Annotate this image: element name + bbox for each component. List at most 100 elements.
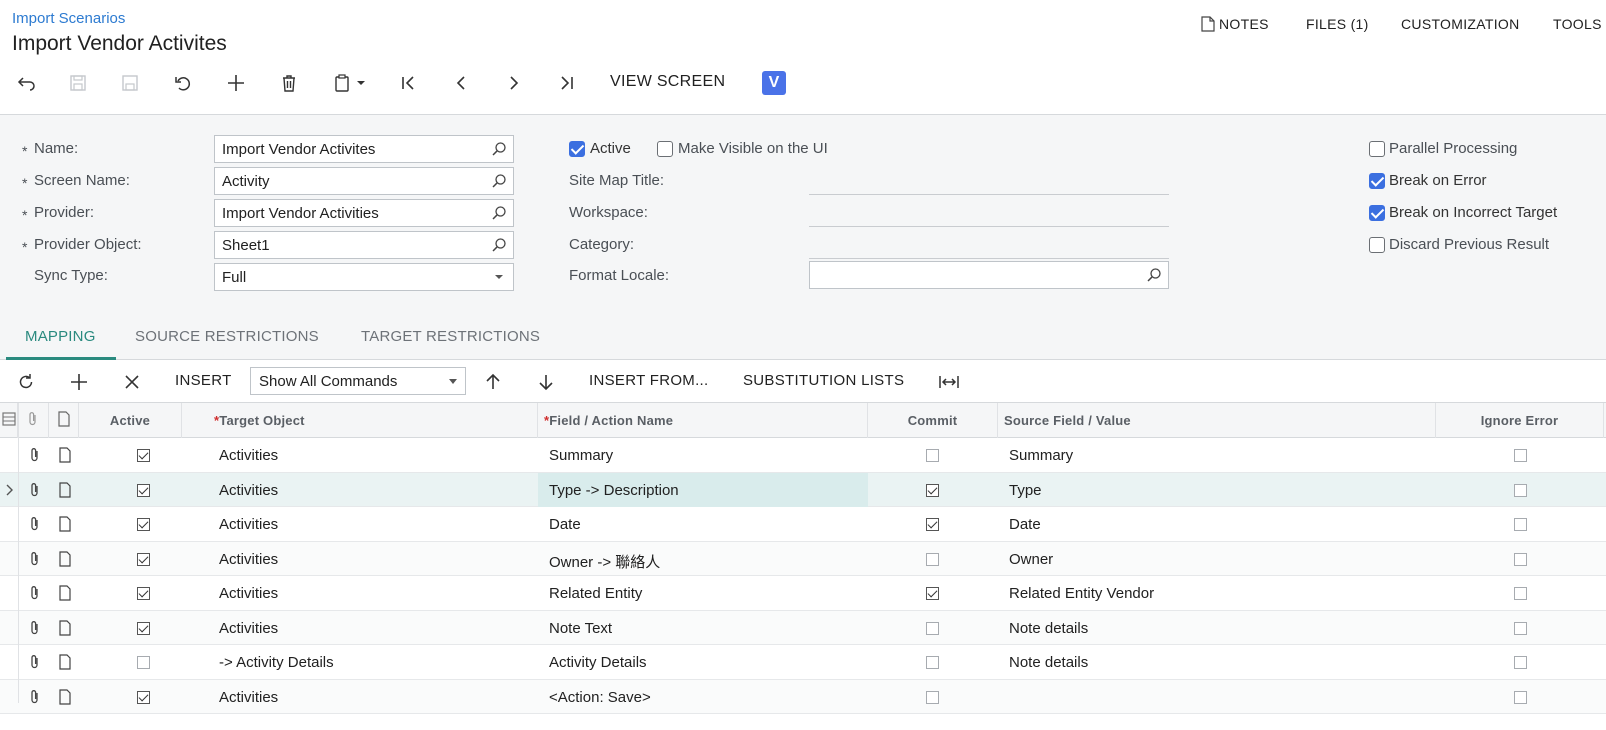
attachment-icon[interactable]	[28, 516, 44, 532]
field-action-cell[interactable]: Owner -> 聯絡人	[538, 542, 868, 576]
search-icon[interactable]	[1146, 267, 1162, 283]
target-object-cell[interactable]: Activities	[182, 680, 538, 714]
source-field-cell[interactable]	[998, 680, 1436, 714]
commit-checkbox[interactable]	[926, 587, 939, 600]
discard-previous-result-checkbox[interactable]	[1369, 237, 1385, 253]
ignore-error-checkbox[interactable]	[1514, 483, 1527, 497]
table-row[interactable]: Activities Owner -> 聯絡人 Owner	[0, 541, 1606, 576]
delete-button[interactable]	[271, 70, 307, 96]
tools-button[interactable]: TOOLS	[1553, 16, 1602, 32]
commit-checkbox[interactable]	[926, 518, 939, 531]
active-checkbox[interactable]	[137, 449, 150, 462]
row-note-icon[interactable]	[58, 619, 74, 636]
active-checkbox[interactable]	[137, 656, 150, 669]
refresh-button[interactable]	[14, 370, 38, 394]
commit-checkbox[interactable]	[926, 690, 939, 704]
active-checkbox[interactable]	[137, 552, 150, 566]
files-button[interactable]: FILES (1)	[1306, 16, 1369, 32]
break-on-error-checkbox[interactable]	[1369, 173, 1385, 189]
source-field-cell[interactable]: Note details	[998, 645, 1436, 679]
field-action-cell[interactable]: Activity Details	[538, 645, 868, 679]
commit-checkbox[interactable]	[926, 552, 939, 566]
make-visible-checkbox[interactable]	[657, 141, 673, 157]
active-checkbox[interactable]	[137, 587, 150, 600]
active-checkbox[interactable]	[569, 141, 585, 157]
move-up-button[interactable]	[481, 370, 505, 394]
row-note-icon[interactable]	[58, 654, 74, 670]
attachment-icon[interactable]	[28, 585, 44, 601]
clipboard-menu[interactable]	[324, 70, 374, 96]
ignore-error-checkbox[interactable]	[1514, 552, 1527, 566]
search-icon[interactable]	[491, 141, 507, 157]
commit-checkbox[interactable]	[926, 656, 939, 669]
table-row[interactable]: Activities Note Text Note details	[0, 610, 1606, 645]
tab-target-restrictions[interactable]: TARGET RESTRICTIONS	[361, 328, 540, 345]
field-action-cell[interactable]: <Action: Save>	[538, 680, 868, 714]
ignore-error-checkbox[interactable]	[1514, 690, 1527, 704]
workspace-field[interactable]	[809, 226, 1169, 227]
view-screen-button[interactable]: VIEW SCREEN	[610, 73, 725, 91]
next-record-button[interactable]	[496, 70, 532, 96]
active-checkbox[interactable]	[137, 621, 150, 635]
parallel-processing-checkbox[interactable]	[1369, 141, 1385, 157]
source-field-cell[interactable]: Owner	[998, 542, 1436, 576]
format-locale-field[interactable]	[809, 261, 1169, 289]
insert-from-button[interactable]: INSERT FROM...	[589, 372, 709, 389]
provider-object-field[interactable]: Sheet1	[214, 231, 514, 259]
table-row[interactable]: Activities Date Date	[0, 507, 1606, 542]
save-button[interactable]	[112, 70, 148, 96]
tab-mapping[interactable]: MAPPING	[25, 328, 96, 345]
ignore-error-checkbox[interactable]	[1514, 621, 1527, 635]
field-action-cell[interactable]: Related Entity	[538, 576, 868, 610]
add-row-button[interactable]	[67, 370, 91, 394]
table-row[interactable]: Activities Related Entity Related Entity V…	[0, 576, 1606, 611]
provider-field[interactable]: Import Vendor Activities	[214, 199, 514, 227]
row-note-icon[interactable]	[58, 516, 74, 532]
target-object-cell[interactable]: Activities	[182, 611, 538, 645]
source-field-column-header[interactable]: Source Field / Value	[998, 403, 1436, 438]
ignore-error-checkbox[interactable]	[1514, 656, 1527, 669]
target-object-cell[interactable]: Activities	[182, 576, 538, 610]
commit-column-header[interactable]: Commit	[868, 403, 998, 438]
source-field-cell[interactable]: Note details	[998, 611, 1436, 645]
search-icon[interactable]	[491, 237, 507, 253]
field-action-cell[interactable]: Type -> Description	[538, 472, 868, 507]
row-note-icon[interactable]	[58, 688, 74, 705]
row-note-icon[interactable]	[58, 585, 74, 601]
target-object-cell[interactable]: Activities	[182, 542, 538, 576]
customization-button[interactable]: CUSTOMIZATION	[1401, 16, 1520, 32]
row-selector-header[interactable]	[0, 403, 18, 438]
attachment-icon[interactable]	[28, 620, 44, 636]
commit-checkbox[interactable]	[926, 449, 939, 462]
notes-button[interactable]: NOTES	[1201, 16, 1269, 32]
field-action-cell[interactable]: Summary	[538, 438, 868, 472]
source-field-cell[interactable]: Type	[998, 473, 1436, 507]
attachment-icon[interactable]	[28, 689, 44, 705]
category-field[interactable]	[809, 258, 1169, 259]
first-record-button[interactable]	[390, 70, 426, 96]
fit-columns-button[interactable]	[937, 370, 961, 394]
active-checkbox[interactable]	[137, 690, 150, 704]
tab-source-restrictions[interactable]: SOURCE RESTRICTIONS	[135, 328, 319, 345]
field-action-column-header[interactable]: *Field / Action Name	[538, 403, 868, 438]
row-note-icon[interactable]	[58, 550, 74, 567]
attachment-icon[interactable]	[28, 551, 44, 567]
table-row[interactable]: Activities <Action: Save>	[0, 679, 1606, 714]
target-object-cell[interactable]: Activities	[182, 473, 538, 507]
screen-name-field[interactable]: Activity	[214, 167, 514, 195]
save-close-button[interactable]	[60, 70, 96, 96]
search-icon[interactable]	[491, 173, 507, 189]
v-badge-button[interactable]: V	[762, 71, 786, 95]
target-object-cell[interactable]: -> Activity Details	[182, 645, 538, 679]
active-checkbox[interactable]	[137, 518, 150, 531]
ignore-error-column-header[interactable]: Ignore Error	[1436, 403, 1604, 438]
back-button[interactable]	[8, 70, 44, 96]
commands-select[interactable]: Show All Commands	[250, 367, 466, 395]
move-down-button[interactable]	[534, 370, 558, 394]
sync-type-select[interactable]: Full	[214, 263, 514, 291]
ignore-error-checkbox[interactable]	[1514, 587, 1527, 600]
row-note-icon[interactable]	[58, 481, 74, 498]
previous-record-button[interactable]	[443, 70, 479, 96]
substitution-lists-button[interactable]: SUBSTITUTION LISTS	[743, 372, 904, 389]
field-action-cell[interactable]: Date	[538, 507, 868, 541]
